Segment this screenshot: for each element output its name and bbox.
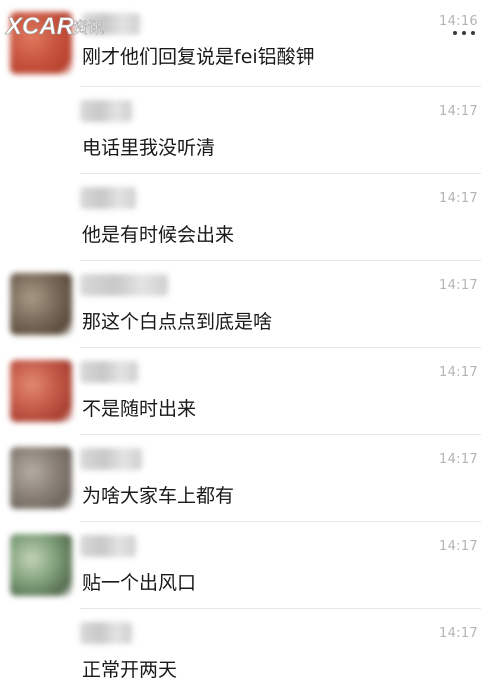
avatar[interactable] bbox=[10, 534, 72, 596]
message-time: 14:17 bbox=[439, 191, 478, 206]
svg-text:XCAR: XCAR bbox=[4, 13, 75, 40]
sender-name-blurred bbox=[80, 100, 132, 122]
chat-message[interactable]: 14:17 不是随时出来 bbox=[0, 348, 499, 435]
avatar[interactable] bbox=[10, 186, 72, 248]
sender-name-blurred bbox=[80, 622, 132, 644]
chat-message[interactable]: 14:17 贴一个出风口 bbox=[0, 522, 499, 609]
avatar[interactable] bbox=[10, 621, 72, 683]
avatar[interactable] bbox=[10, 273, 72, 335]
chat-message[interactable]: 14:17 正常开两天 bbox=[0, 609, 499, 696]
message-time: 14:17 bbox=[439, 278, 478, 293]
chat-message[interactable]: 14:17 那这个白点点到底是啥 bbox=[0, 261, 499, 348]
message-time: 14:17 bbox=[439, 539, 478, 554]
sender-name-blurred bbox=[80, 274, 168, 296]
message-time: 14:16 bbox=[439, 14, 478, 29]
svg-text:资讯: 资讯 bbox=[72, 18, 104, 37]
chat-message-list: XCAR 资讯 14:16 刚才他们回复说是fei铝酸钾 14:17 电话里我没… bbox=[0, 0, 499, 685]
sender-name-blurred bbox=[80, 361, 138, 383]
avatar[interactable] bbox=[10, 360, 72, 422]
message-text: 那这个白点点到底是啥 bbox=[82, 311, 273, 333]
message-text: 电话里我没听清 bbox=[82, 137, 216, 159]
message-text: 正常开两天 bbox=[82, 659, 178, 681]
chat-message[interactable]: 14:17 他是有时候会出来 bbox=[0, 174, 499, 261]
message-text: 为啥大家车上都有 bbox=[82, 485, 235, 507]
message-text: 刚才他们回复说是fei铝酸钾 bbox=[82, 46, 315, 68]
chat-message[interactable]: 14:17 电话里我没听清 bbox=[0, 87, 499, 174]
avatar[interactable] bbox=[10, 99, 72, 161]
message-text: 他是有时候会出来 bbox=[82, 224, 235, 246]
watermark-logo: XCAR 资讯 bbox=[4, 8, 112, 42]
message-text: 不是随时出来 bbox=[82, 398, 197, 420]
message-text: 贴一个出风口 bbox=[82, 572, 197, 594]
message-time: 14:17 bbox=[439, 626, 478, 641]
message-time: 14:17 bbox=[439, 452, 478, 467]
more-dots-icon[interactable] bbox=[453, 30, 475, 36]
sender-name-blurred bbox=[80, 448, 142, 470]
chat-message[interactable]: 14:17 为啥大家车上都有 bbox=[0, 435, 499, 522]
message-time: 14:17 bbox=[439, 104, 478, 119]
avatar[interactable] bbox=[10, 447, 72, 509]
message-time: 14:17 bbox=[439, 365, 478, 380]
sender-name-blurred bbox=[80, 187, 136, 209]
sender-name-blurred bbox=[80, 535, 136, 557]
